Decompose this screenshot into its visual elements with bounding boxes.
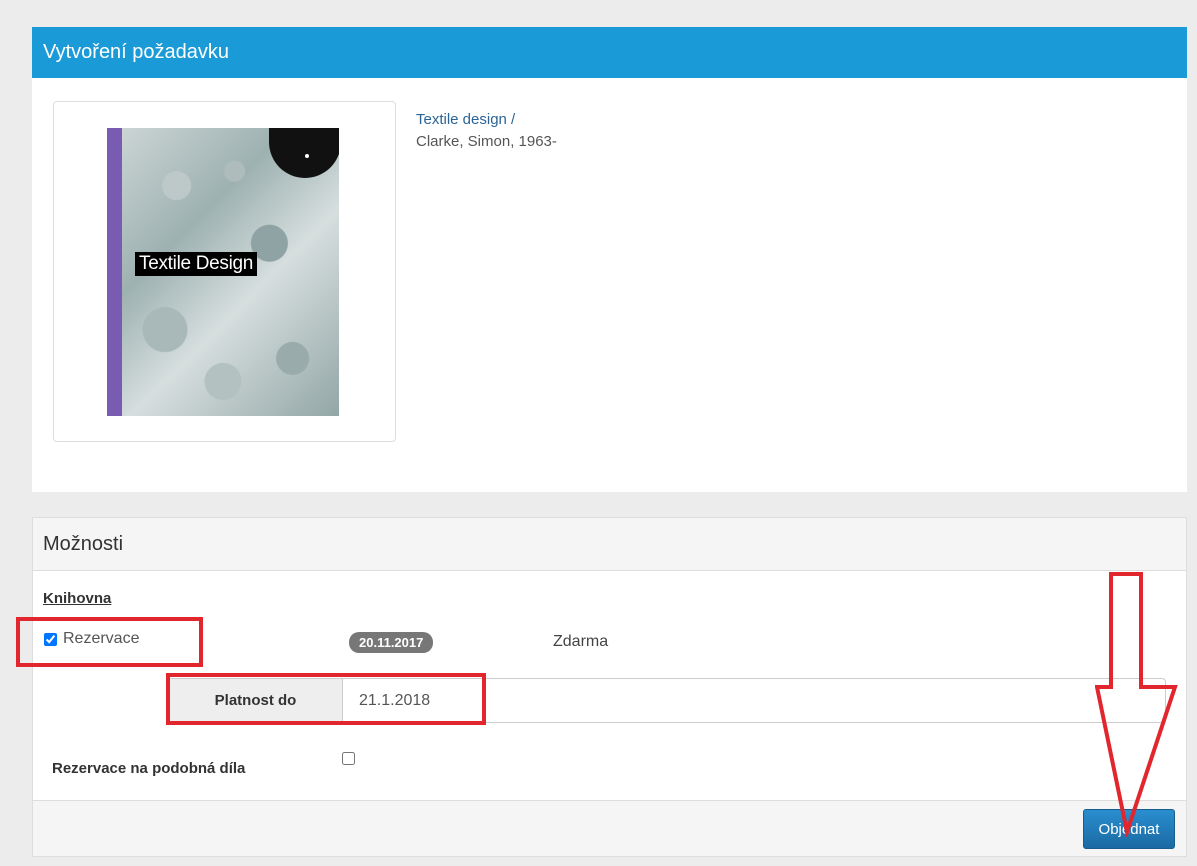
book-cover-title: Textile Design <box>135 252 258 276</box>
date-badge: 20.11.2017 <box>349 632 434 653</box>
options-panel-title: Možnosti <box>33 518 1186 571</box>
price-text: Zdarma <box>553 633 609 650</box>
annotation-box-reservation <box>16 617 203 667</box>
book-spine <box>107 128 122 416</box>
similar-works-checkbox[interactable] <box>342 752 355 765</box>
options-panel-footer: Objednat <box>33 800 1186 856</box>
request-panel-title: Vytvoření požadavku <box>32 27 1187 78</box>
book-author: Clarke, Simon, 1963- <box>416 133 557 150</box>
annotation-arrow-icon <box>1095 572 1178 837</box>
annotation-box-valid-until <box>166 673 486 725</box>
similar-works-label: Rezervace na podobná díla <box>52 760 246 777</box>
book-cover-image: Textile Design <box>107 128 339 416</box>
library-label: Knihovna <box>43 590 112 607</box>
book-cover-thumbnail[interactable]: Textile Design <box>53 101 396 442</box>
book-title-link[interactable]: Textile design / <box>416 111 515 128</box>
request-panel: Vytvoření požadavku Textile Design Texti… <box>32 27 1187 492</box>
book-cover-logo <box>269 128 339 178</box>
